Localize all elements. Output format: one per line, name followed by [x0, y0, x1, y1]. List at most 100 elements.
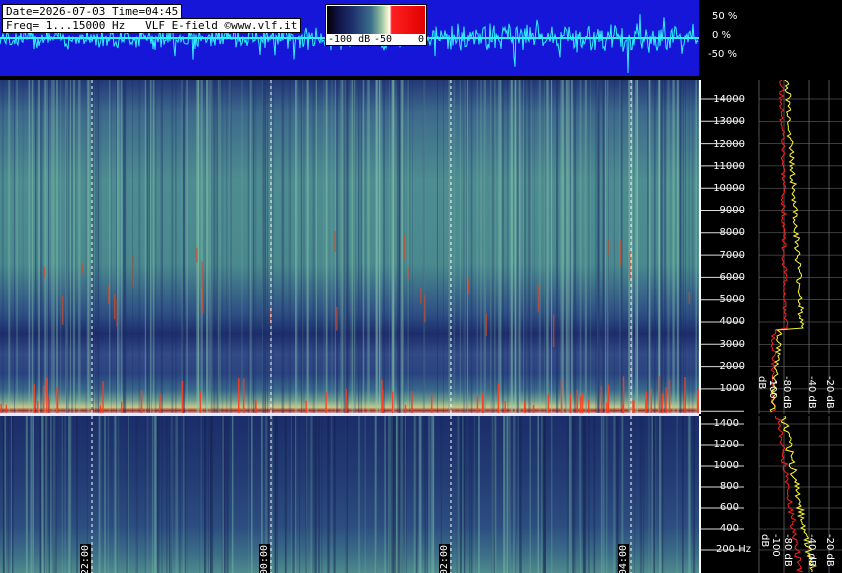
hf-streak	[395, 80, 397, 414]
lf-streak	[314, 416, 317, 573]
hf-streak	[346, 80, 349, 414]
hf-streak	[533, 80, 535, 414]
lf-streak	[603, 416, 605, 573]
hf-db-label-40: -40 dB	[806, 376, 817, 409]
lf-streak	[290, 416, 292, 573]
hf-streak	[516, 80, 519, 414]
hf-streak	[16, 80, 18, 414]
hf-streak	[60, 80, 62, 414]
hf-streak	[570, 80, 573, 414]
lf-streak	[146, 416, 149, 573]
hf-streak	[325, 80, 328, 414]
hf-streak	[67, 80, 69, 414]
hf-streak	[480, 80, 482, 414]
lf-streak	[48, 416, 50, 573]
hf-streak	[302, 80, 304, 414]
hf-db-label-80: -80 dB	[781, 376, 792, 409]
hf-streak	[221, 80, 224, 414]
hf-streak	[396, 80, 398, 414]
hf-streak	[514, 80, 516, 414]
hf-streak	[470, 80, 473, 414]
hf-streak	[364, 80, 366, 414]
hf-streak	[579, 80, 582, 414]
hf-streak	[225, 80, 228, 414]
hf-streak	[154, 80, 157, 414]
hf-streak	[288, 80, 290, 414]
hf-streak	[342, 80, 344, 414]
hf-sferic-burst	[254, 400, 257, 414]
hf-streak	[144, 80, 146, 414]
hf-streak	[627, 80, 629, 414]
hf-streak	[162, 80, 163, 414]
time-label-2200: 22:00	[80, 544, 91, 573]
lf-streak	[135, 416, 138, 573]
hf-red-streak	[61, 295, 64, 325]
lf-streak	[530, 416, 531, 573]
time-label-0200: 02:00	[439, 544, 450, 573]
color-scale-legend: -100 dB -50 0	[325, 4, 427, 46]
lf-frequency-axis: 1400 1200 1000 800 600 400 200 Hz -100 d…	[699, 416, 842, 573]
hf-streak	[378, 80, 380, 414]
hf-streak	[289, 80, 292, 414]
hf-streak	[551, 80, 553, 414]
lf-streak	[463, 416, 466, 573]
hf-sferic-burst	[476, 395, 479, 414]
hf-streak	[493, 80, 496, 414]
lf-streak	[513, 416, 516, 573]
hf-streak	[218, 80, 220, 414]
hf-streak	[672, 80, 675, 414]
hf-streak	[691, 80, 694, 414]
hf-streak	[443, 80, 444, 414]
hf-red-streak	[334, 230, 336, 252]
hf-streak	[490, 80, 492, 414]
lf-streak	[661, 416, 663, 573]
lf-streak	[231, 416, 234, 573]
hf-streak	[400, 80, 402, 414]
hf-db-label-20: -20 dB	[824, 376, 835, 409]
hf-red-streak	[537, 284, 539, 313]
hf-sferic-burst	[345, 388, 347, 414]
lf-streak	[204, 416, 206, 573]
lf-db-label-40: -40 dB	[806, 534, 817, 567]
hf-streak	[392, 80, 394, 414]
hf-sferic-burst	[665, 387, 667, 414]
lf-streak	[634, 416, 636, 573]
hf-sferic-burst	[411, 391, 413, 414]
lf-streak	[2, 416, 4, 573]
lf-streak	[175, 416, 178, 573]
hf-streak	[409, 80, 411, 414]
lf-streak	[310, 416, 313, 573]
hf-streak	[100, 80, 102, 414]
color-scale-gradient	[327, 6, 425, 34]
hf-sferic-burst	[576, 389, 578, 414]
hf-streak	[123, 80, 125, 414]
lf-streak	[107, 416, 110, 573]
hf-red-streak	[336, 306, 338, 331]
hf-streak	[499, 80, 502, 414]
lf-db-label-20: -20 dB	[824, 534, 835, 567]
hf-red-streak	[43, 266, 46, 278]
hf-streak	[437, 80, 438, 414]
hf-streak	[412, 80, 413, 414]
hf-streak	[72, 80, 76, 414]
lf-streak	[389, 416, 391, 573]
lf-streak	[574, 416, 577, 573]
hf-streak	[489, 80, 491, 414]
lf-streak	[210, 416, 213, 573]
hf-streak	[453, 80, 456, 414]
hf-spectrogram	[0, 80, 699, 414]
hf-streak	[306, 80, 309, 414]
lf-streak	[184, 416, 186, 573]
hf-streak	[660, 80, 663, 414]
lf-streak	[519, 416, 522, 573]
hf-streak	[70, 80, 72, 414]
hf-streak	[282, 80, 285, 414]
hf-streak	[44, 80, 47, 414]
hf-streak	[584, 80, 588, 414]
hf-streak	[343, 80, 346, 414]
hf-sferic-burst	[159, 393, 161, 414]
hf-sferic-burst	[199, 391, 202, 414]
hf-sferic-burst	[391, 391, 394, 414]
hf-streak	[53, 80, 55, 414]
hf-streak	[22, 80, 24, 414]
